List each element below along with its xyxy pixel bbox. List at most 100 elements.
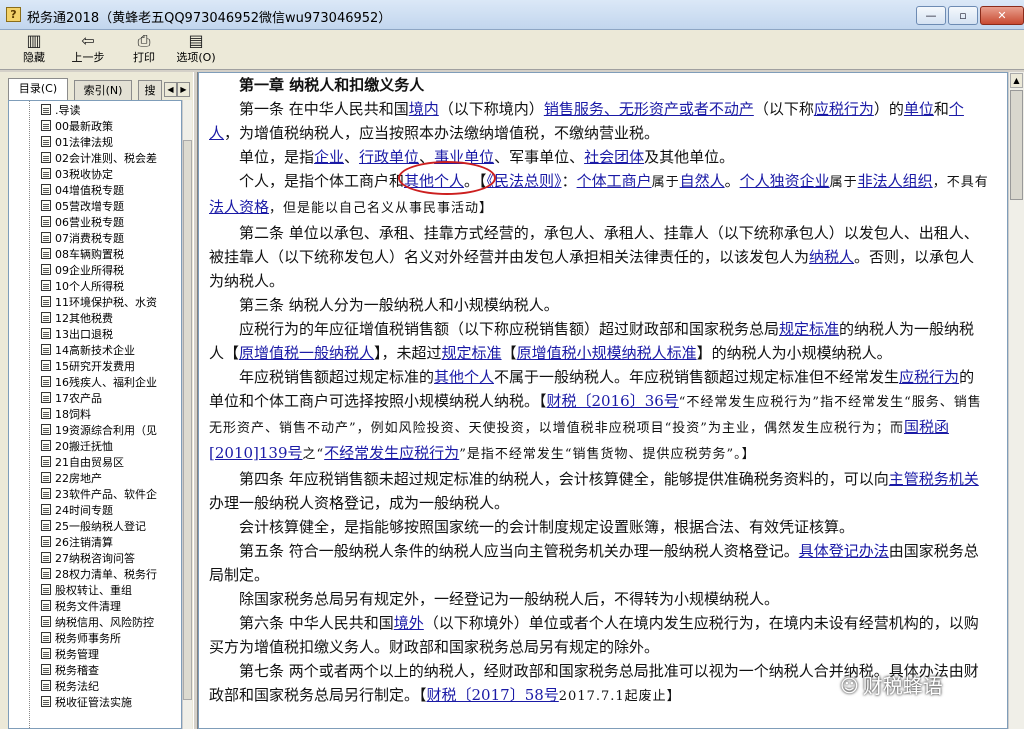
book-page-icon <box>41 440 51 451</box>
tree-item[interactable]: 01法律法规 <box>41 135 181 151</box>
tree-item-label: 16残疾人、福利企业 <box>55 376 157 389</box>
close-button[interactable]: ✕ <box>980 6 1024 25</box>
tree-item[interactable]: 税务师事务所 <box>41 631 181 647</box>
tree-item[interactable]: 28权力清单、税务行 <box>41 567 181 583</box>
tree-item[interactable]: 00最新政策 <box>41 119 181 135</box>
link-competent-tax-authority[interactable]: 主管税务机关 <box>889 470 979 488</box>
options-button[interactable]: ▤ 选项(O) <box>170 32 222 68</box>
options-icon: ▤ <box>188 31 204 50</box>
tree-item[interactable]: 13出口退税 <box>41 327 181 343</box>
tab-scroll-left-icon[interactable]: ◀ <box>164 82 177 97</box>
tree-item-label: 28权力清单、税务行 <box>55 568 157 581</box>
document-text: 第一章 纳税人和扣缴义务人 第一条 在中华人民共和国境内（以下称境内）销售服务、… <box>209 73 989 709</box>
accounting-definition: 会计核算健全，是指能够按照国家统一的会计制度规定设置账簿，根据合法、有效凭证核算… <box>239 518 855 536</box>
link-sales-services[interactable]: 销售服务、无形资产或者不动产 <box>544 100 754 118</box>
print-button[interactable]: ⎙ 打印 <box>118 32 170 68</box>
book-page-icon <box>41 168 51 179</box>
tree-scrollbar[interactable] <box>182 100 192 729</box>
tree-item[interactable]: 23软件产品、软件企 <box>41 487 181 503</box>
document-scrollbar[interactable]: ▲ <box>1008 72 1024 729</box>
tree-item-label: 税收征管法实施 <box>55 696 132 709</box>
link-individual-business[interactable]: 个体工商户 <box>577 172 652 190</box>
book-page-icon <box>41 360 51 371</box>
tree-item[interactable]: 24时间专题 <box>41 503 181 519</box>
link-prescribed-standard[interactable]: 规定标准 <box>779 320 839 338</box>
tree-item[interactable]: 03税收协定 <box>41 167 181 183</box>
tree-item[interactable]: 02会计准则、税会差 <box>41 151 181 167</box>
tree-item[interactable]: 05营改增专题 <box>41 199 181 215</box>
link-natural-person[interactable]: 自然人 <box>680 172 725 190</box>
book-page-icon <box>41 296 51 307</box>
tree-item[interactable]: .导读 <box>41 103 181 119</box>
maximize-button[interactable]: ▫ <box>948 6 978 25</box>
tree-item[interactable]: 15研究开发费用 <box>41 359 181 375</box>
minimize-button[interactable]: — <box>916 6 946 25</box>
link-taxable-act-2[interactable]: 应税行为 <box>899 368 959 386</box>
tree-item[interactable]: 08车辆购置税 <box>41 247 181 263</box>
link-jingnei[interactable]: 境内 <box>409 100 439 118</box>
tree-item[interactable]: 06营业税专题 <box>41 215 181 231</box>
link-infrequent-taxable-act[interactable]: 不经常发生应税行为 <box>324 444 459 462</box>
tree-item[interactable]: 10个人所得税 <box>41 279 181 295</box>
link-caishui-2016-36[interactable]: 财税〔2016〕36号 <box>547 392 679 410</box>
tree-item[interactable]: 04增值税专题 <box>41 183 181 199</box>
book-page-icon <box>41 664 51 675</box>
tree-item[interactable]: 26注销清算 <box>41 535 181 551</box>
link-non-legal-org[interactable]: 非法人组织 <box>858 172 933 190</box>
tree-item[interactable]: 17农产品 <box>41 391 181 407</box>
link-unit[interactable]: 单位 <box>904 100 934 118</box>
link-small-scale-standard[interactable]: 原增值税小规模纳税人标准 <box>517 344 697 362</box>
book-page-icon <box>41 424 51 435</box>
link-admin-unit[interactable]: 行政单位 <box>359 148 419 166</box>
tree-item[interactable]: 21自由贸易区 <box>41 455 181 471</box>
tab-search[interactable]: 搜 <box>138 80 162 100</box>
link-sole-proprietorship[interactable]: 个人独资企业 <box>740 172 830 190</box>
tree-item[interactable]: 27纳税咨询问答 <box>41 551 181 567</box>
tree-item-label: 纳税信用、风险防控 <box>55 616 154 629</box>
link-legal-personality[interactable]: 法人资格 <box>209 198 269 216</box>
book-page-icon <box>41 264 51 275</box>
tree-item[interactable]: 税务管理 <box>41 647 181 663</box>
tree-item[interactable]: 股权转让、重组 <box>41 583 181 599</box>
tree-item[interactable]: 税收征管法实施 <box>41 695 181 711</box>
document-scrollbar-thumb[interactable] <box>1010 90 1023 200</box>
tree-item[interactable]: 16残疾人、福利企业 <box>41 375 181 391</box>
tree-item[interactable]: 20搬迁抚恤 <box>41 439 181 455</box>
link-taxable-act[interactable]: 应税行为 <box>814 100 874 118</box>
tree-item[interactable]: 税务文件清理 <box>41 599 181 615</box>
tree-item[interactable]: 12其他税费 <box>41 311 181 327</box>
tree-item[interactable]: 09企业所得税 <box>41 263 181 279</box>
link-prescribed-standard-2[interactable]: 规定标准 <box>442 344 502 362</box>
link-registration-method[interactable]: 具体登记办法 <box>799 542 889 560</box>
tree-item[interactable]: 14高新技术企业 <box>41 343 181 359</box>
link-social-org[interactable]: 社会团体 <box>584 148 644 166</box>
scroll-up-icon[interactable]: ▲ <box>1010 73 1023 88</box>
link-overseas[interactable]: 境外 <box>394 614 424 632</box>
tab-index[interactable]: 索引(N) <box>74 80 132 100</box>
tree-item[interactable]: 22房地产 <box>41 471 181 487</box>
tree-item[interactable]: 18饲料 <box>41 407 181 423</box>
tree-item[interactable]: 11环境保护税、水资 <box>41 295 181 311</box>
book-page-icon <box>41 120 51 131</box>
tree-item[interactable]: 25一般纳税人登记 <box>41 519 181 535</box>
link-other-individual-2[interactable]: 其他个人 <box>434 368 494 386</box>
book-page-icon <box>41 472 51 483</box>
tree-item[interactable]: 纳税信用、风险防控 <box>41 615 181 631</box>
link-enterprise[interactable]: 企业 <box>314 148 344 166</box>
book-page-icon <box>41 568 51 579</box>
link-original-general-taxpayer[interactable]: 原增值税一般纳税人 <box>239 344 374 362</box>
tab-contents[interactable]: 目录(C) <box>8 78 68 101</box>
back-button[interactable]: ⇦ 上一步 <box>62 32 114 68</box>
link-taxpayer[interactable]: 纳税人 <box>809 248 854 266</box>
tab-scroll-right-icon[interactable]: ▶ <box>177 82 190 97</box>
tree-item[interactable]: 税务法纪 <box>41 679 181 695</box>
link-civil-code[interactable]: 《民法总则》 <box>487 172 562 190</box>
tree-item[interactable]: 07消费税专题 <box>41 231 181 247</box>
link-caishui-2017-58[interactable]: 财税〔2017〕58号 <box>427 686 559 704</box>
tree-item-label: 18饲料 <box>55 408 91 421</box>
tree-scrollbar-thumb[interactable] <box>183 140 192 700</box>
hide-button[interactable]: ▥ 隐藏 <box>8 32 60 68</box>
tree-item[interactable]: 19资源综合利用（见 <box>41 423 181 439</box>
tree-item[interactable]: 税务稽查 <box>41 663 181 679</box>
book-page-icon <box>41 520 51 531</box>
